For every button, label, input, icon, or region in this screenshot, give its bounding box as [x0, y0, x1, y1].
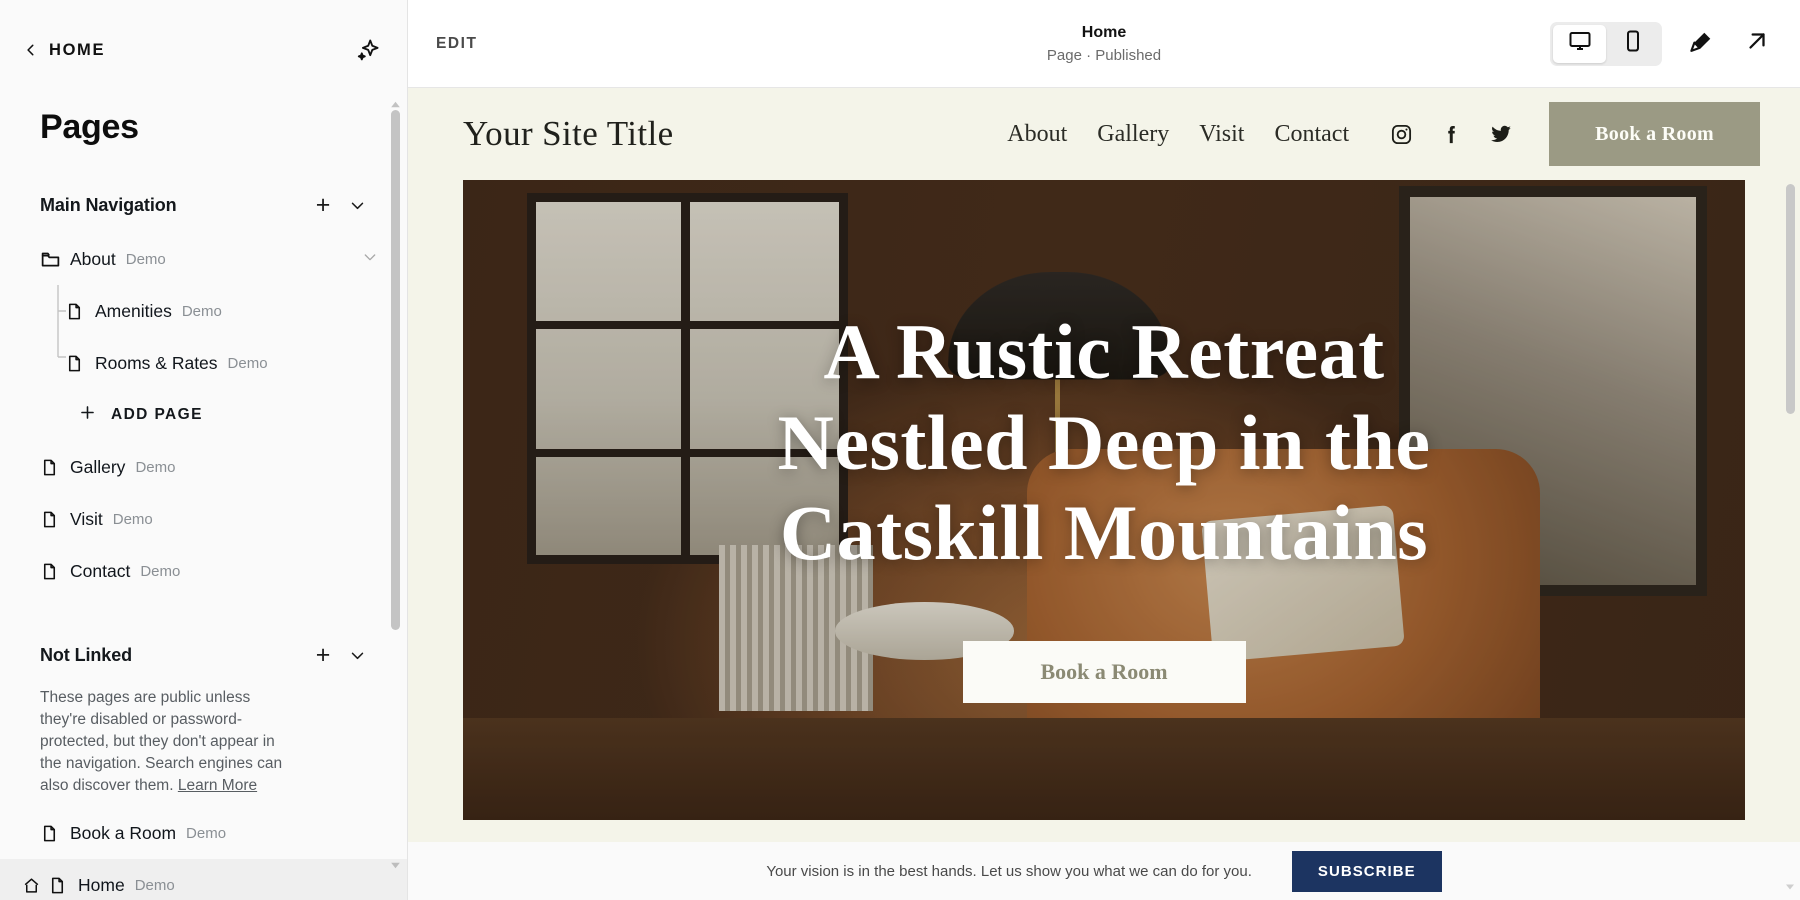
- mobile-preview-button[interactable]: [1606, 25, 1659, 63]
- plus-icon: [78, 403, 97, 427]
- sidebar-item-badge: Demo: [186, 824, 227, 842]
- sidebar-item-badge: Demo: [134, 876, 175, 894]
- sidebar-item-label: Contact: [70, 560, 131, 581]
- section-title: Not Linked: [40, 644, 132, 665]
- sidebar-item-label: About: [70, 248, 116, 269]
- sidebar-item-amenities[interactable]: Amenities Demo: [0, 285, 408, 337]
- preview-panel: EDIT Home Page · Published Your Site Tit…: [408, 0, 1800, 900]
- folder-icon: [40, 249, 70, 270]
- add-page-label: ADD PAGE: [111, 406, 203, 423]
- site-preview-frame[interactable]: Your Site Title About Gallery Visit Cont…: [408, 88, 1800, 900]
- section-header-main-navigation: Main Navigation +: [0, 177, 408, 233]
- page-icon: [65, 302, 95, 321]
- social-links: [1389, 122, 1513, 146]
- toolbar-right-actions: [1550, 21, 1774, 66]
- paintbrush-icon: [1688, 28, 1715, 60]
- home-icon: [22, 876, 48, 895]
- sidebar-item-label: Amenities: [95, 300, 172, 321]
- phone-icon: [1621, 29, 1645, 58]
- chevron-down-icon[interactable]: [362, 249, 378, 270]
- sidebar-item-contact[interactable]: Contact Demo: [0, 545, 408, 597]
- twitter-icon[interactable]: [1489, 122, 1513, 146]
- section-title: Main Navigation: [40, 194, 177, 215]
- collapse-main-navigation-icon[interactable]: [340, 188, 374, 222]
- section-header-not-linked: Not Linked +: [0, 627, 408, 683]
- subscribe-button[interactable]: SUBSCRIBE: [1291, 850, 1442, 892]
- sidebar-item-badge: Demo: [140, 562, 181, 580]
- back-label: HOME: [49, 40, 106, 59]
- hero-content: A Rustic Retreat Nestled Deep in the Cat…: [463, 180, 1745, 820]
- site-nav-visit[interactable]: Visit: [1199, 121, 1244, 148]
- site-header-book-a-room-button[interactable]: Book a Room: [1549, 102, 1760, 166]
- back-to-home-button[interactable]: HOME: [24, 41, 105, 60]
- sidebar-item-badge: Demo: [181, 302, 222, 320]
- sidebar-item-badge: Demo: [135, 458, 176, 476]
- app-root: HOME Pages Main Navigation + About Demo …: [0, 0, 1800, 900]
- arrow-up-right-icon: [1744, 28, 1770, 59]
- pages-sidebar: HOME Pages Main Navigation + About Demo …: [0, 0, 408, 900]
- page-icon: [48, 876, 78, 895]
- site-header: Your Site Title About Gallery Visit Cont…: [408, 88, 1800, 180]
- sidebar-scroll-area[interactable]: Pages Main Navigation + About Demo Ameni…: [0, 96, 408, 900]
- sidebar-header: HOME: [0, 0, 408, 100]
- device-preview-toggle[interactable]: [1550, 21, 1662, 66]
- add-page-button[interactable]: ADD PAGE: [0, 389, 408, 441]
- desktop-preview-button[interactable]: [1553, 24, 1606, 63]
- page-title: Pages: [40, 108, 139, 146]
- sidebar-item-badge: Demo: [227, 354, 268, 372]
- instagram-icon[interactable]: [1389, 122, 1413, 146]
- preview-toolbar: EDIT Home Page · Published: [408, 0, 1800, 88]
- site-nav-about[interactable]: About: [1007, 121, 1067, 148]
- sidebar-item-book-a-room[interactable]: Book a Room Demo: [0, 807, 408, 859]
- chevron-left-icon: [24, 43, 38, 57]
- sidebar-item-badge: Demo: [112, 510, 153, 528]
- monitor-icon: [1568, 29, 1592, 58]
- hero-section[interactable]: A Rustic Retreat Nestled Deep in the Cat…: [463, 180, 1745, 820]
- sidebar-item-label: Gallery: [70, 456, 126, 477]
- sidebar-item-about[interactable]: About Demo: [0, 233, 408, 285]
- newsletter-bar: Your vision is in the best hands. Let us…: [408, 842, 1800, 900]
- page-icon: [40, 562, 70, 581]
- rendered-site: Your Site Title About Gallery Visit Cont…: [408, 88, 1800, 900]
- page-icon: [40, 510, 70, 529]
- sidebar-item-home[interactable]: Home Demo: [0, 859, 408, 900]
- sidebar-item-label: Home: [78, 874, 125, 895]
- edit-button[interactable]: EDIT: [436, 35, 478, 53]
- site-navigation: About Gallery Visit Contact Book a Room: [977, 88, 1800, 180]
- open-site-button[interactable]: [1740, 27, 1774, 61]
- site-nav-contact[interactable]: Contact: [1274, 121, 1349, 148]
- sidebar-item-rooms-and-rates[interactable]: Rooms & Rates Demo: [0, 337, 408, 389]
- hero-heading[interactable]: A Rustic Retreat Nestled Deep in the Cat…: [714, 307, 1494, 578]
- scroll-down-arrow-icon[interactable]: [389, 859, 402, 872]
- sparkle-ai-icon[interactable]: [352, 35, 382, 65]
- collapse-not-linked-icon[interactable]: [340, 638, 374, 672]
- site-styles-button[interactable]: [1684, 27, 1718, 61]
- sidebar-item-gallery[interactable]: Gallery Demo: [0, 441, 408, 493]
- newsletter-text: Your vision is in the best hands. Let us…: [766, 862, 1252, 880]
- page-icon: [40, 458, 70, 477]
- sidebar-item-label: Visit: [70, 508, 103, 529]
- learn-more-link[interactable]: Learn More: [178, 777, 257, 794]
- sidebar-scrollbar-thumb[interactable]: [391, 110, 400, 630]
- add-page-to-not-linked-button[interactable]: +: [306, 638, 340, 672]
- site-nav-gallery[interactable]: Gallery: [1097, 121, 1169, 148]
- add-page-to-main-navigation-button[interactable]: +: [306, 188, 340, 222]
- sidebar-item-badge: Demo: [125, 250, 166, 268]
- sidebar-item-visit[interactable]: Visit Demo: [0, 493, 408, 545]
- page-icon: [65, 354, 95, 373]
- not-linked-description: These pages are public unless they're di…: [0, 683, 330, 807]
- sidebar-item-label: Book a Room: [70, 822, 177, 843]
- page-icon: [40, 824, 70, 843]
- sidebar-item-label: Rooms & Rates: [95, 352, 218, 373]
- hero-book-a-room-button[interactable]: Book a Room: [962, 640, 1246, 703]
- site-title[interactable]: Your Site Title: [463, 114, 674, 154]
- preview-scroll-down-arrow-icon[interactable]: [1784, 880, 1796, 892]
- preview-scrollbar-thumb[interactable]: [1786, 184, 1795, 414]
- facebook-icon[interactable]: [1439, 122, 1463, 146]
